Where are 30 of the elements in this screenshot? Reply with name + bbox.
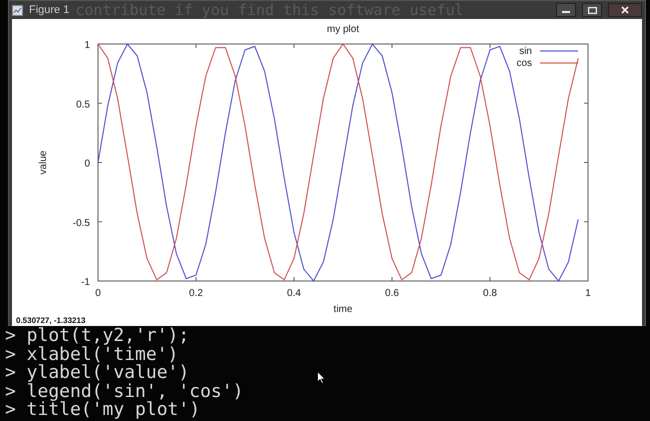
y-tick-label: 0 (84, 158, 90, 170)
terminal-line: > plot(t,y2,'r'); (5, 327, 190, 346)
chart-title: my plot (326, 24, 360, 35)
close-icon (621, 6, 629, 14)
x-tick-label: 1 (585, 288, 591, 299)
mouse-pointer-icon (317, 371, 326, 384)
minimize-button[interactable] (556, 3, 576, 17)
x-axis-label: time (334, 304, 352, 314)
y-tick-label: -1 (81, 277, 90, 288)
window-title: Figure 1 (29, 4, 70, 16)
x-tick-label: 0.8 (483, 288, 497, 299)
y-tick-label: 1 (84, 40, 90, 51)
y-tick-label: -0.5 (72, 218, 90, 229)
y-tick-label: 0.5 (76, 99, 90, 110)
legend-label: sin (519, 46, 532, 57)
cursor-coordinates: 0.530727, -1.33213 (16, 316, 86, 324)
figure-icon (12, 4, 23, 16)
maximize-icon (588, 6, 596, 14)
close-button[interactable] (608, 3, 642, 17)
maximize-button[interactable] (582, 3, 602, 17)
x-tick-label: 0.4 (287, 288, 301, 299)
terminal-line: > xlabel('time') (5, 346, 178, 364)
y-axis-label: value (38, 150, 49, 174)
x-tick-label: 0.2 (189, 288, 203, 299)
x-tick-label: 0.6 (385, 288, 399, 299)
legend-label: cos (516, 58, 532, 69)
x-tick-label: 0 (95, 288, 101, 299)
terminal-line: > title('my plot') (5, 401, 200, 420)
terminal-line: > ylabel('value') (5, 364, 190, 382)
terminal-line: > legend('sin', 'cos') (5, 382, 244, 401)
